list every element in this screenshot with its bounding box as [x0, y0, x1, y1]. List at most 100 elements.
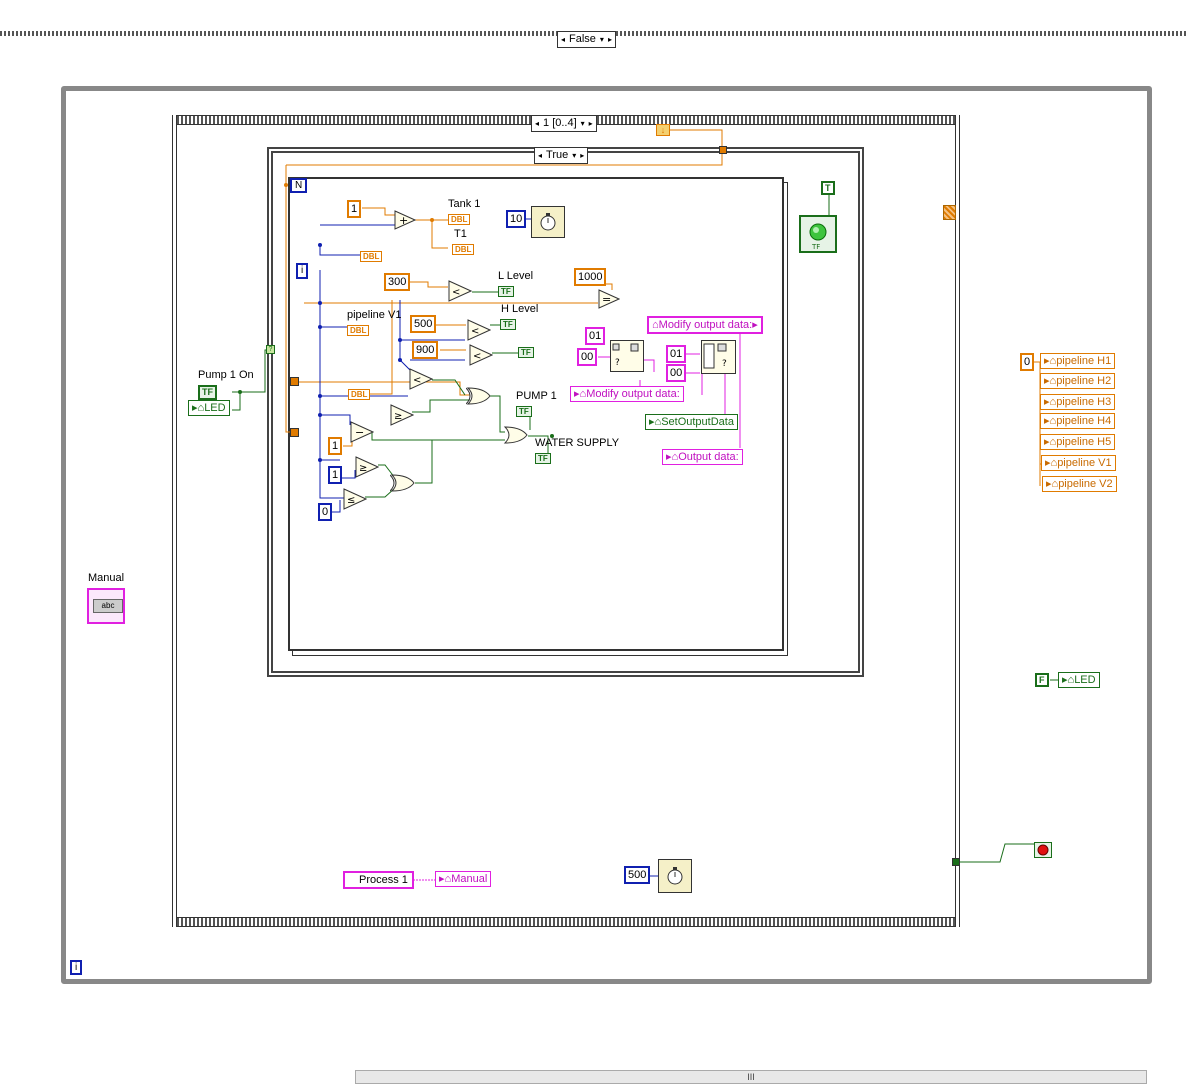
constant-300[interactable]: 300 [384, 273, 411, 291]
or-gate-icon [503, 426, 528, 444]
scrollbar-grip: III [747, 1072, 755, 1082]
pipeline-v1-local[interactable]: ▸⌂pipeline V1 [1041, 455, 1116, 471]
pipeline-v1-label: pipeline V1 [347, 309, 402, 321]
select-icon: ? [703, 343, 727, 369]
wait-constant-500[interactable]: 500 [624, 866, 651, 884]
tf-indicator-900[interactable]: TF [518, 347, 534, 358]
xor-gate-icon [466, 387, 491, 405]
constant-one[interactable]: 1 [347, 200, 362, 218]
pipeline-h3-local[interactable]: ▸⌂pipeline H3 [1040, 394, 1116, 410]
modify-output-local-mid[interactable]: ▸⌂Modify output data: [570, 386, 684, 402]
svg-text:<: < [471, 326, 479, 337]
manual-local[interactable]: ▸⌂Manual [435, 871, 492, 887]
svg-text:<: < [452, 287, 460, 298]
dbl-indicator-1[interactable]: DBL [360, 251, 383, 262]
l-level-indicator[interactable]: TF [498, 286, 514, 297]
stopwatch-icon [667, 867, 683, 885]
tunnel-1 [290, 377, 299, 386]
compare-greater-equal-icon: ≥ [390, 404, 414, 426]
wait-ms-node[interactable] [531, 206, 565, 238]
svg-text:≥: ≥ [394, 411, 402, 422]
set-output-data-local[interactable]: ▸⌂SetOutputData [645, 414, 738, 430]
h-level-indicator[interactable]: TF [500, 319, 516, 330]
led-local-right[interactable]: ▸⌂LED [1058, 672, 1100, 688]
svg-text:−: − [355, 426, 364, 439]
pipeline-v1-indicator[interactable]: DBL [347, 325, 370, 336]
compare-ge-icon-2: ≥ [355, 456, 379, 478]
tunnel-2 [290, 428, 299, 437]
led-terminal[interactable]: TF [799, 215, 837, 253]
dbl-indicator-2[interactable]: DBL [348, 389, 371, 400]
modify-output-local-top[interactable]: ⌂Modify output data:▸ [647, 316, 763, 334]
wait-constant-10[interactable]: 10 [506, 210, 527, 228]
t1-indicator[interactable]: DBL [452, 244, 475, 255]
stop-icon [1037, 844, 1049, 856]
tank1-indicator[interactable]: DBL [448, 214, 471, 225]
green-tunnel [952, 858, 960, 866]
manual-control[interactable]: abc [87, 588, 125, 624]
pipeline-h4-local[interactable]: ▸⌂pipeline H4 [1040, 413, 1116, 429]
tunnel-3 [719, 146, 727, 154]
svg-text:≥: ≥ [359, 463, 367, 474]
pump1-on-control[interactable]: TF [198, 385, 217, 400]
svg-text:<: < [473, 351, 481, 362]
shift-register [943, 205, 956, 220]
add-icon: + [394, 210, 416, 230]
equal-icon: = [598, 289, 620, 309]
svg-text:?: ? [722, 359, 727, 369]
horizontal-scrollbar[interactable]: III [355, 1070, 1147, 1084]
constant-1000[interactable]: 1000 [574, 268, 607, 286]
pipeline-v2-local[interactable]: ▸⌂pipeline V2 [1042, 476, 1117, 492]
compare-less-icon-3: < [409, 368, 433, 390]
constant-500[interactable]: 500 [410, 315, 437, 333]
arrow-right-icon: ▸ [752, 319, 758, 331]
tank1-label: Tank 1 [448, 198, 481, 210]
array-icon: ? [612, 343, 639, 368]
stopwatch-icon [540, 213, 556, 231]
t1-label: T1 [454, 228, 467, 240]
constant-900[interactable]: 900 [412, 341, 439, 359]
compare-less-icon: < [448, 280, 472, 302]
build-array-node[interactable]: ? [610, 340, 644, 372]
constant-zero-b[interactable]: 0 [1020, 353, 1035, 371]
select-node[interactable]: ? [701, 340, 736, 374]
svg-text:?: ? [615, 358, 620, 368]
manual-string-tag: abc [93, 599, 123, 613]
led-icon: TF [809, 223, 827, 251]
constant-one-c[interactable]: 1 [328, 466, 343, 484]
true-constant[interactable]: T [821, 181, 835, 195]
pump1-label: PUMP 1 [516, 390, 557, 402]
block-diagram-wires [232, 129, 1058, 881]
svg-text:+: + [399, 214, 408, 227]
svg-text:TF: TF [811, 243, 820, 251]
led-local-left[interactable]: ▸⌂LED [188, 400, 230, 416]
constant-zero[interactable]: 0 [318, 503, 333, 521]
false-constant[interactable]: F [1035, 673, 1049, 687]
hex-constant-00-a[interactable]: 00 [577, 348, 598, 366]
svg-text:≤: ≤ [347, 495, 355, 506]
pipeline-h2-local[interactable]: ▸⌂pipeline H2 [1040, 373, 1116, 389]
output-data-local[interactable]: ▸⌂Output data: [662, 449, 743, 465]
home-icon: ⌂ [652, 319, 659, 331]
hex-constant-01-b[interactable]: 01 [666, 345, 687, 363]
xor-gate-icon-2 [390, 474, 415, 492]
compare-le-icon: ≤ [343, 488, 367, 510]
svg-text:<: < [413, 375, 421, 386]
manual-label: Manual [88, 572, 125, 584]
stop-terminal[interactable] [1034, 842, 1052, 858]
water-supply-label: WATER SUPPLY [535, 437, 620, 449]
constant-one-b[interactable]: 1 [328, 437, 343, 455]
hex-constant-01-a[interactable]: 01 [585, 327, 606, 345]
pipeline-h1-local[interactable]: ▸⌂pipeline H1 [1040, 353, 1116, 369]
pipeline-h5-local[interactable]: ▸⌂pipeline H5 [1040, 434, 1116, 450]
process1-constant[interactable]: Process 1 [343, 871, 414, 889]
hex-constant-00-b[interactable]: 00 [666, 364, 687, 382]
compare-greater-icon: < [467, 319, 491, 341]
subtract-icon: − [350, 421, 374, 443]
pump1-on-label: Pump 1 On [198, 369, 254, 381]
water-supply-indicator[interactable]: TF [535, 453, 551, 464]
sequence-local-icon: ↓ [656, 124, 670, 136]
pump1-indicator[interactable]: TF [516, 406, 532, 417]
wait-ms-node-2[interactable] [658, 859, 692, 893]
bool-tunnel: ? [266, 345, 275, 354]
